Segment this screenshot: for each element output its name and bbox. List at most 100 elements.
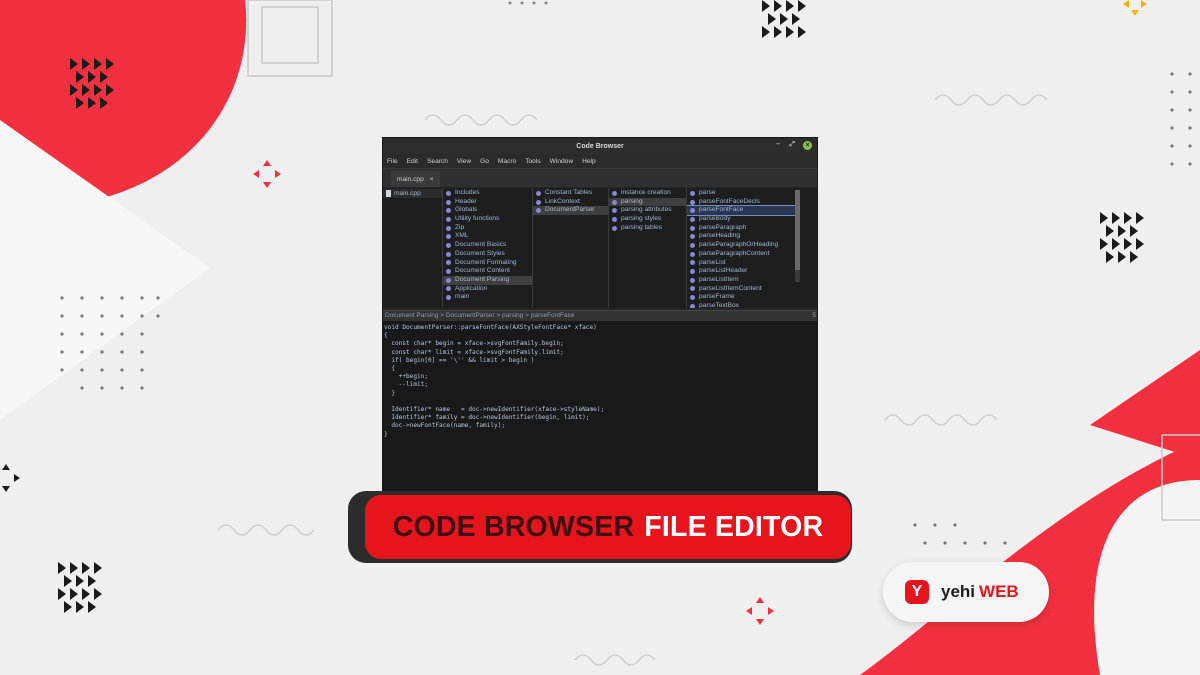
title-banner: CODE BROWSER FILE EDITOR <box>365 495 851 559</box>
class-item[interactable]: Constant Tables <box>533 189 608 198</box>
section-item[interactable]: main <box>443 293 532 302</box>
menu-help[interactable]: Help <box>582 158 596 165</box>
method-item[interactable]: parse <box>687 189 795 198</box>
triangle-pattern <box>762 0 806 38</box>
arrow-marker <box>253 160 281 188</box>
method-label: parseListItem <box>699 275 739 283</box>
close-button[interactable]: × <box>803 141 812 150</box>
method-item-selected[interactable]: parseFontFace <box>687 205 795 217</box>
yehiweb-logo: Y yehi WEB <box>883 562 1049 622</box>
section-item[interactable]: XML <box>443 232 532 241</box>
class-item[interactable]: LinkContext <box>533 198 608 207</box>
method-item[interactable]: parseListHeader <box>687 267 795 276</box>
section-item[interactable]: Document Basics <box>443 241 532 250</box>
category-item[interactable]: parsing attributes <box>609 206 686 215</box>
category-item[interactable]: parsing styles <box>609 215 686 224</box>
triangle-pattern <box>1100 212 1144 263</box>
method-label: parseList <box>699 258 726 266</box>
files-pane: main.cpp <box>383 188 443 308</box>
section-item[interactable]: Application <box>443 285 532 294</box>
method-item[interactable]: parseParagraph <box>687 224 795 233</box>
category-item[interactable]: parsing tables <box>609 224 686 233</box>
squiggle <box>884 414 998 426</box>
tab-bar: main.cpp × <box>383 168 817 187</box>
code-line: void DocumentParser::parseFontFace(AXSty… <box>384 324 597 331</box>
section-item[interactable]: Globals <box>443 206 532 215</box>
section-label: main <box>455 293 470 301</box>
menu-tools[interactable]: Tools <box>525 158 540 165</box>
section-item[interactable]: Document Formating <box>443 259 532 268</box>
bullet-icon <box>446 269 451 275</box>
method-item[interactable]: parseListItemContent <box>687 285 795 294</box>
section-item[interactable]: Header <box>443 198 532 207</box>
section-item[interactable]: Document Styles <box>443 250 532 259</box>
code-line: if( begin[0] == '\'' && limit > begin ) <box>384 356 535 364</box>
scrollbar-thumb[interactable] <box>795 190 800 270</box>
bullet-icon <box>690 260 695 266</box>
section-label: XML <box>455 232 469 240</box>
categories-pane: instance creation parsing parsing attrib… <box>609 188 687 308</box>
section-item[interactable]: Zip <box>443 224 532 233</box>
maximize-button[interactable]: ⤢ <box>789 141 795 149</box>
section-item[interactable]: Includes <box>443 189 532 198</box>
code-line: } <box>384 430 388 438</box>
bullet-icon <box>446 260 451 266</box>
category-label: parsing <box>621 197 643 205</box>
bullet-icon <box>690 251 695 257</box>
menu-view[interactable]: View <box>457 158 471 165</box>
section-item-selected[interactable]: Document Parsing <box>443 275 532 285</box>
section-item[interactable]: Utility functions <box>443 215 532 224</box>
category-item[interactable]: instance creation <box>609 189 686 198</box>
bullet-icon <box>612 190 617 196</box>
category-label: instance creation <box>621 189 671 196</box>
method-item[interactable]: parseFontFaceDecls <box>687 198 795 207</box>
squiggle <box>934 94 1048 106</box>
method-item[interactable]: parseParagraphContent <box>687 250 795 259</box>
bullet-icon <box>690 295 695 301</box>
minimize-button[interactable]: – <box>776 141 780 148</box>
method-item[interactable]: parseListItem <box>687 276 795 285</box>
method-item[interactable]: parseParagraphOrHeading <box>687 241 795 250</box>
methods-scrollbar[interactable] <box>795 190 800 282</box>
method-item[interactable]: parseTextBox <box>687 302 795 308</box>
menu-macro[interactable]: Macro <box>498 158 516 165</box>
section-item[interactable]: Document Content <box>443 267 532 276</box>
menu-search[interactable]: Search <box>427 158 448 165</box>
section-label: Header <box>455 197 477 205</box>
method-item[interactable]: parseHeading <box>687 232 795 241</box>
method-item[interactable]: parseBody <box>687 215 795 224</box>
menu-file[interactable]: File <box>387 158 398 165</box>
code-line: { <box>384 332 388 340</box>
tab-main-cpp[interactable]: main.cpp × <box>391 171 440 187</box>
code-browser-panes: main.cpp Includes Header Globals Utility… <box>383 188 817 308</box>
arrow-marker <box>746 597 774 625</box>
code-line: ++begin; <box>384 373 429 381</box>
file-item[interactable]: main.cpp <box>383 189 442 198</box>
category-label: parsing tables <box>621 223 663 231</box>
file-icon <box>386 190 391 197</box>
bullet-icon <box>690 277 695 283</box>
code-browser-window: Code Browser – ⤢ × File Edit Search View… <box>383 138 817 490</box>
menu-edit[interactable]: Edit <box>407 158 418 165</box>
menu-window[interactable]: Window <box>550 158 573 165</box>
dots-top <box>508 1 548 5</box>
code-editor[interactable]: void DocumentParser::parseFontFace(AXSty… <box>383 321 817 490</box>
method-label: parseHeading <box>699 232 741 240</box>
method-item[interactable]: parseFrame <box>687 293 795 302</box>
code-line: Identifier* family = doc->newIdentifier(… <box>384 414 590 422</box>
method-label: parseParagraphContent <box>699 249 770 257</box>
method-item[interactable]: parseList <box>687 259 795 268</box>
bullet-icon <box>446 242 451 248</box>
squiggle <box>217 524 315 536</box>
tab-close-icon[interactable]: × <box>430 176 434 183</box>
bullet-icon <box>446 277 451 283</box>
menu-bar: File Edit Search View Go Macro Tools Win… <box>383 154 817 168</box>
menu-go[interactable]: Go <box>480 158 489 165</box>
category-item-selected[interactable]: parsing <box>609 197 686 207</box>
breadcrumb: Document Parsing > DocumentParser > pars… <box>383 310 817 321</box>
code-line: Identifier* name = doc->newIdentifier(xf… <box>384 406 605 414</box>
class-item-selected[interactable]: DocumentParser <box>533 206 608 216</box>
bullet-icon <box>446 216 451 222</box>
section-label: Document Styles <box>455 249 505 257</box>
bullet-icon <box>612 199 617 205</box>
